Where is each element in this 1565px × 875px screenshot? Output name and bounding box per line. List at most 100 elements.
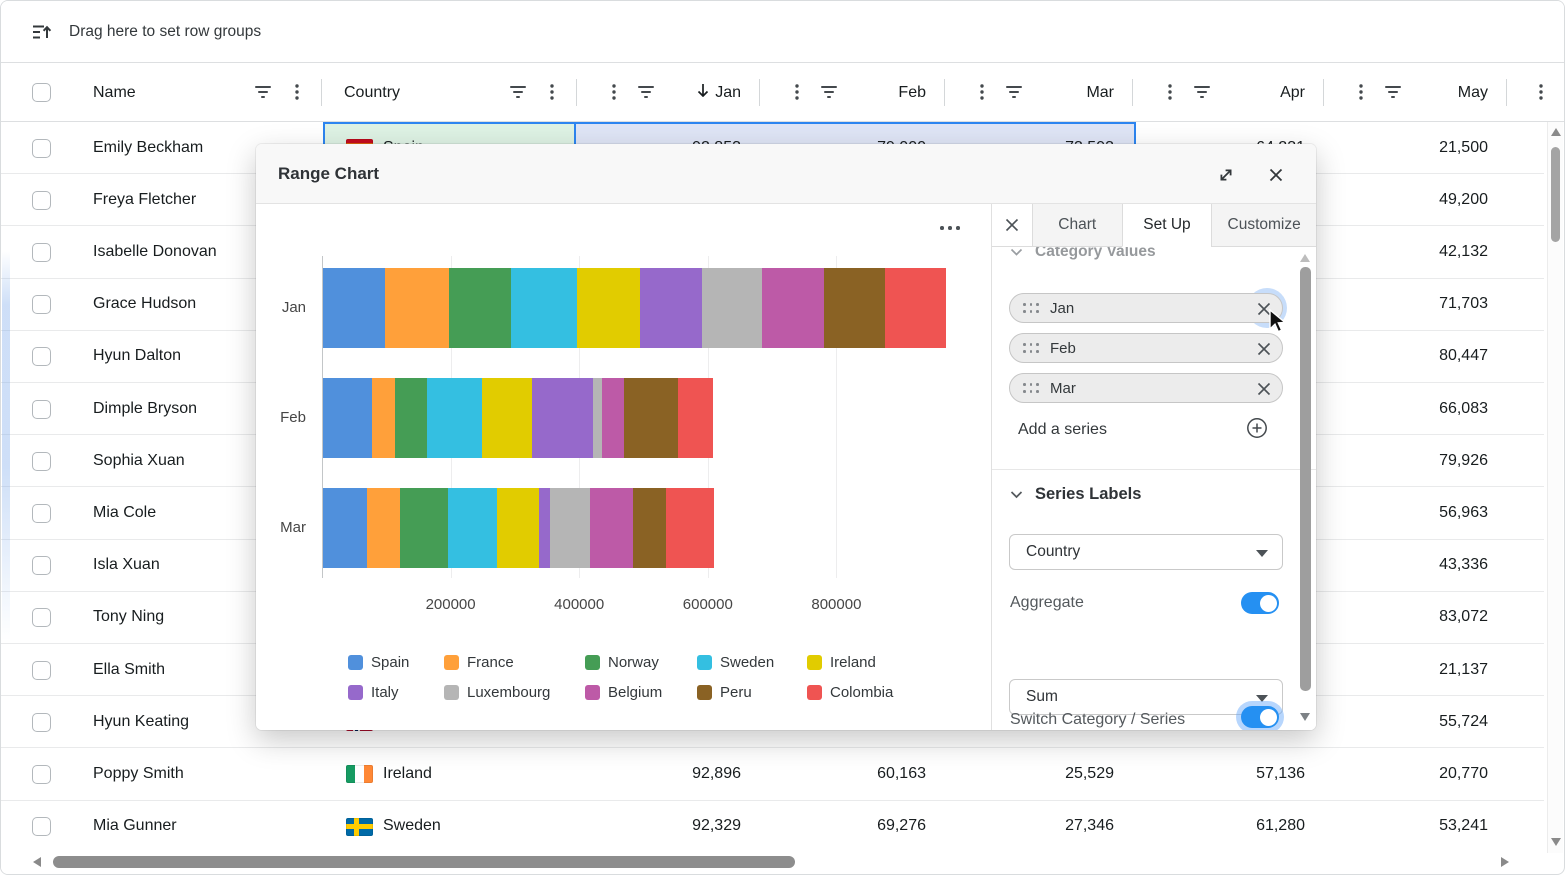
column-header-apr[interactable]: Apr (1195, 63, 1305, 122)
bar-segment-ireland[interactable] (497, 488, 539, 568)
name-cell[interactable]: Emily Beckham (93, 122, 203, 173)
name-cell[interactable]: Dimple Bryson (93, 383, 197, 434)
category-pill-feb[interactable]: Feb (1009, 333, 1283, 363)
bar-segment-norway[interactable] (449, 268, 511, 348)
name-cell[interactable]: Poppy Smith (93, 748, 184, 799)
legend-item-colombia[interactable]: Colombia (807, 684, 893, 701)
table-row[interactable]: Poppy SmithIreland92,89660,16325,52957,1… (1, 748, 1544, 800)
may-cell[interactable]: 49,200 (1368, 174, 1488, 225)
column-header-name[interactable]: Name (93, 63, 136, 122)
feb-cell[interactable]: 69,276 (806, 801, 926, 852)
scroll-left-arrow[interactable] (33, 857, 41, 867)
row-checkbox[interactable] (32, 452, 51, 471)
row-checkbox[interactable] (32, 400, 51, 419)
name-cell[interactable]: Grace Hudson (93, 279, 196, 330)
dialog-close-button[interactable] (1264, 163, 1288, 187)
chart-menu-kebab-icon[interactable] (938, 216, 962, 240)
category-pill-jan[interactable]: Jan (1009, 293, 1283, 323)
row-checkbox[interactable] (32, 295, 51, 314)
row-checkbox[interactable] (32, 139, 51, 158)
bar-segment-spain[interactable] (323, 268, 385, 348)
tab-chart[interactable]: Chart (1032, 204, 1122, 247)
aggregate-toggle[interactable] (1241, 592, 1279, 614)
may-cell[interactable]: 43,336 (1368, 540, 1488, 591)
panel-scroll-up-arrow[interactable] (1300, 254, 1310, 262)
drag-handle-icon[interactable] (1023, 343, 1039, 355)
vertical-scroll-thumb[interactable] (1551, 147, 1560, 242)
remove-feb-button[interactable] (1254, 339, 1274, 359)
maximize-button[interactable] (1214, 163, 1238, 187)
drag-handle-icon[interactable] (1023, 383, 1039, 395)
apr-cell[interactable]: 57,136 (1185, 748, 1305, 799)
name-cell[interactable]: Isabelle Donovan (93, 226, 217, 277)
name-cell[interactable]: Hyun Keating (93, 696, 189, 747)
column-menu-icon[interactable] (1529, 80, 1553, 104)
row-checkbox[interactable] (32, 817, 51, 836)
may-cell[interactable]: 79,926 (1368, 435, 1488, 486)
name-cell[interactable]: Freya Fletcher (93, 174, 196, 225)
horizontal-scrollbar[interactable] (1, 851, 1544, 874)
column-menu-icon[interactable] (602, 80, 626, 104)
dialog-titlebar[interactable]: Range Chart (256, 144, 1316, 204)
select-all-checkbox[interactable] (32, 83, 51, 102)
scroll-right-arrow[interactable] (1501, 857, 1509, 867)
may-cell[interactable]: 20,770 (1368, 748, 1488, 799)
tab-set-up[interactable]: Set Up (1122, 204, 1212, 247)
row-checkbox[interactable] (32, 347, 51, 366)
vertical-scrollbar[interactable] (1547, 122, 1563, 853)
bar-segment-france[interactable] (372, 378, 395, 458)
row-checkbox[interactable] (32, 713, 51, 732)
legend-item-spain[interactable]: Spain (348, 654, 409, 671)
bar-segment-france[interactable] (367, 488, 400, 568)
bar-segment-spain[interactable] (323, 378, 372, 458)
column-header-mar[interactable]: Mar (1004, 63, 1114, 122)
row-checkbox[interactable] (32, 608, 51, 627)
table-row[interactable]: Mia GunnerSweden92,32969,27627,34661,280… (1, 801, 1544, 853)
jan-cell[interactable]: 92,896 (621, 748, 741, 799)
bar-segment-sweden[interactable] (427, 378, 482, 458)
legend-item-sweden[interactable]: Sweden (697, 654, 774, 671)
filter-icon[interactable] (251, 80, 275, 104)
bar-segment-peru[interactable] (624, 378, 679, 458)
panel-scroll-thumb[interactable] (1300, 267, 1311, 691)
series-label-select[interactable]: Country (1009, 534, 1283, 570)
bar-segment-italy[interactable] (539, 488, 550, 568)
add-series-button[interactable] (1246, 417, 1270, 441)
bar-segment-norway[interactable] (400, 488, 448, 568)
panel-scroll-down-arrow[interactable] (1300, 713, 1310, 721)
row-checkbox[interactable] (32, 243, 51, 262)
category-values-header[interactable]: Category Values (1010, 247, 1156, 261)
switch-category-series-toggle[interactable] (1241, 706, 1279, 728)
scroll-down-arrow[interactable] (1551, 838, 1561, 846)
column-menu-icon[interactable] (785, 80, 809, 104)
drag-handle-icon[interactable] (1023, 303, 1039, 315)
category-pill-mar[interactable]: Mar (1009, 373, 1283, 403)
bar-segment-sweden[interactable] (448, 488, 497, 568)
scroll-up-arrow[interactable] (1551, 128, 1561, 136)
bar-segment-belgium[interactable] (602, 378, 623, 458)
legend-item-luxembourg[interactable]: Luxembourg (444, 684, 550, 701)
column-header-feb[interactable]: Feb (816, 63, 926, 122)
bar-segment-ireland[interactable] (577, 268, 640, 348)
row-checkbox[interactable] (32, 556, 51, 575)
bar-segment-colombia[interactable] (666, 488, 714, 568)
row-checkbox[interactable] (32, 504, 51, 523)
jan-cell[interactable]: 92,329 (621, 801, 741, 852)
column-menu-icon[interactable] (285, 80, 309, 104)
bar-segment-italy[interactable] (640, 268, 702, 348)
may-cell[interactable]: 55,724 (1368, 696, 1488, 747)
column-header-may[interactable]: May (1378, 63, 1488, 122)
name-cell[interactable]: Tony Ning (93, 592, 164, 643)
legend-item-italy[interactable]: Italy (348, 684, 399, 701)
bar-segment-ireland[interactable] (482, 378, 532, 458)
bar-segment-luxembourg[interactable] (702, 268, 763, 348)
row-checkbox[interactable] (32, 191, 51, 210)
filter-icon[interactable] (506, 80, 530, 104)
feb-cell[interactable]: 60,163 (806, 748, 926, 799)
name-cell[interactable]: Ella Smith (93, 644, 165, 695)
column-menu-icon[interactable] (970, 80, 994, 104)
bar-segment-colombia[interactable] (678, 378, 713, 458)
name-cell[interactable]: Mia Cole (93, 487, 156, 538)
name-cell[interactable]: Isla Xuan (93, 540, 160, 591)
column-header-country[interactable]: Country (344, 63, 400, 122)
